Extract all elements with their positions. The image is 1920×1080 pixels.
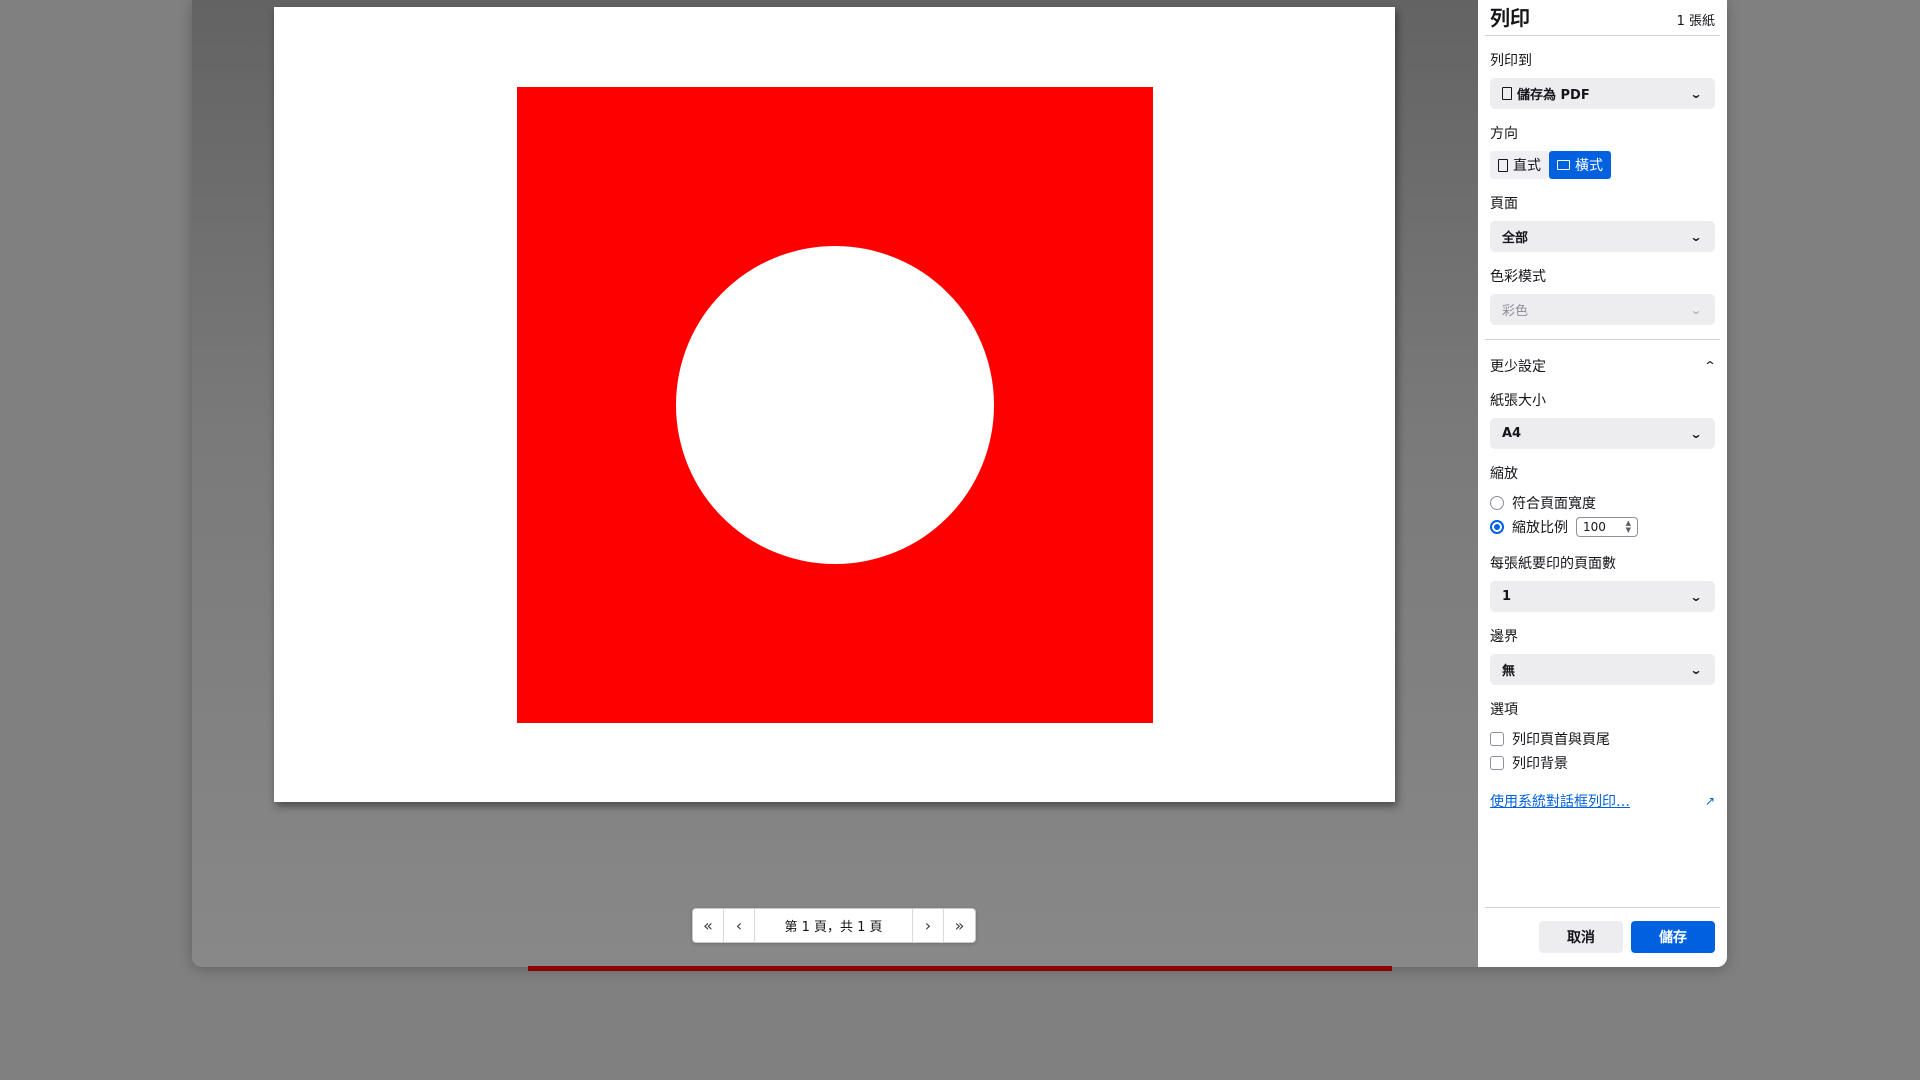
destination-value: 儲存為 PDF bbox=[1517, 88, 1590, 103]
pages-per-sheet-label: 每張紙要印的頁面數 bbox=[1490, 556, 1616, 572]
last-page-button[interactable]: » bbox=[944, 909, 975, 942]
orientation-label: 方向 bbox=[1490, 126, 1518, 142]
fit-width-option: 符合頁面寬度 bbox=[1485, 491, 1720, 515]
dialog-title: 列印 bbox=[1490, 6, 1530, 30]
print-settings-sidebar: 列印 1 張紙 列印到 儲存為 PDF ⌄ 方向 直式 橫式 頁面 全部 ⌄ 色… bbox=[1478, 0, 1727, 967]
scale-option-label: 縮放比例 bbox=[1512, 520, 1568, 536]
document-icon bbox=[1502, 87, 1512, 100]
dialog-footer: 取消 儲存 bbox=[1485, 907, 1720, 967]
pages-per-sheet-value: 1 bbox=[1502, 589, 1512, 604]
system-dialog-row: 使用系統對話框列印… ↗ bbox=[1485, 791, 1720, 811]
preview-red-square bbox=[517, 87, 1153, 723]
chevron-down-icon: ⌄ bbox=[1689, 86, 1703, 101]
page-navigator: « ‹ 第 1 頁，共 1 頁 › » bbox=[692, 908, 976, 943]
paper-size-select[interactable]: A4 ⌄ bbox=[1490, 418, 1715, 449]
preview-page bbox=[274, 7, 1395, 802]
scale-value: 100 bbox=[1583, 520, 1606, 534]
fit-width-radio[interactable] bbox=[1490, 496, 1504, 510]
color-mode-select: 彩色 ⌄ bbox=[1490, 294, 1715, 325]
underlying-page-strip bbox=[528, 966, 1392, 971]
chevron-down-icon: ⌄ bbox=[1689, 589, 1703, 604]
external-link-icon: ↗ bbox=[1704, 794, 1715, 808]
backgrounds-label: 列印背景 bbox=[1512, 756, 1568, 772]
page-indicator: 第 1 頁，共 1 頁 bbox=[755, 909, 913, 942]
chevron-down-icon: ⌄ bbox=[1689, 302, 1703, 317]
sidebar-header: 列印 1 張紙 bbox=[1485, 0, 1720, 36]
backgrounds-option: 列印背景 bbox=[1485, 751, 1720, 775]
portrait-label: 直式 bbox=[1513, 158, 1541, 174]
destination-select[interactable]: 儲存為 PDF ⌄ bbox=[1490, 78, 1715, 109]
headers-footers-option: 列印頁首與頁尾 bbox=[1485, 727, 1720, 751]
fit-width-label: 符合頁面寬度 bbox=[1512, 496, 1596, 512]
backgrounds-checkbox[interactable] bbox=[1490, 756, 1504, 770]
save-button[interactable]: 儲存 bbox=[1631, 920, 1715, 953]
system-dialog-link[interactable]: 使用系統對話框列印… bbox=[1490, 791, 1630, 811]
pages-select[interactable]: 全部 ⌄ bbox=[1490, 221, 1715, 252]
preview-white-circle bbox=[676, 246, 994, 564]
headers-footers-label: 列印頁首與頁尾 bbox=[1512, 732, 1610, 748]
pages-per-sheet-select[interactable]: 1 ⌄ bbox=[1490, 581, 1715, 612]
portrait-icon bbox=[1498, 158, 1508, 172]
sheet-count: 1 張紙 bbox=[1676, 14, 1715, 29]
section-divider bbox=[1485, 339, 1720, 340]
color-mode-value: 彩色 bbox=[1502, 304, 1529, 319]
previous-page-button[interactable]: ‹ bbox=[724, 909, 755, 942]
headers-footers-checkbox[interactable] bbox=[1490, 732, 1504, 746]
pages-label: 頁面 bbox=[1490, 196, 1518, 212]
destination-label: 列印到 bbox=[1490, 53, 1532, 69]
chevron-down-icon: ⌄ bbox=[1689, 662, 1703, 677]
margins-select[interactable]: 無 ⌄ bbox=[1490, 654, 1715, 685]
chevron-down-icon: ⌄ bbox=[1689, 229, 1703, 244]
print-preview-area: « ‹ 第 1 頁，共 1 頁 › » bbox=[192, 0, 1478, 967]
orientation-group: 直式 橫式 bbox=[1490, 151, 1715, 179]
margins-label: 邊界 bbox=[1490, 629, 1518, 645]
landscape-button[interactable]: 橫式 bbox=[1549, 151, 1611, 179]
margins-value: 無 bbox=[1502, 664, 1516, 679]
color-mode-label: 色彩模式 bbox=[1490, 269, 1546, 285]
chevron-down-icon: ⌄ bbox=[1689, 426, 1703, 441]
chevron-up-icon: ⌃ bbox=[1703, 359, 1717, 373]
scale-label: 縮放 bbox=[1490, 466, 1518, 482]
portrait-button[interactable]: 直式 bbox=[1490, 151, 1549, 179]
pages-value: 全部 bbox=[1502, 231, 1529, 246]
paper-size-value: A4 bbox=[1502, 426, 1522, 441]
spinner-icon[interactable]: ▲ ▼ bbox=[1626, 520, 1631, 534]
first-page-button[interactable]: « bbox=[693, 909, 724, 942]
scale-input[interactable]: 100 ▲ ▼ bbox=[1576, 517, 1638, 537]
more-settings-label: 更少設定 bbox=[1490, 359, 1546, 375]
next-page-button[interactable]: › bbox=[913, 909, 944, 942]
more-settings-toggle[interactable]: 更少設定 ⌃ bbox=[1485, 356, 1720, 376]
cancel-button[interactable]: 取消 bbox=[1539, 920, 1623, 953]
scale-radio[interactable] bbox=[1490, 520, 1504, 534]
landscape-label: 橫式 bbox=[1575, 158, 1603, 174]
scale-option: 縮放比例 100 ▲ ▼ bbox=[1485, 515, 1720, 539]
paper-size-label: 紙張大小 bbox=[1490, 393, 1546, 409]
options-label: 選項 bbox=[1490, 702, 1518, 718]
landscape-icon bbox=[1557, 160, 1570, 170]
print-dialog: « ‹ 第 1 頁，共 1 頁 › » 列印 1 張紙 列印到 儲存為 PDF … bbox=[192, 0, 1727, 967]
